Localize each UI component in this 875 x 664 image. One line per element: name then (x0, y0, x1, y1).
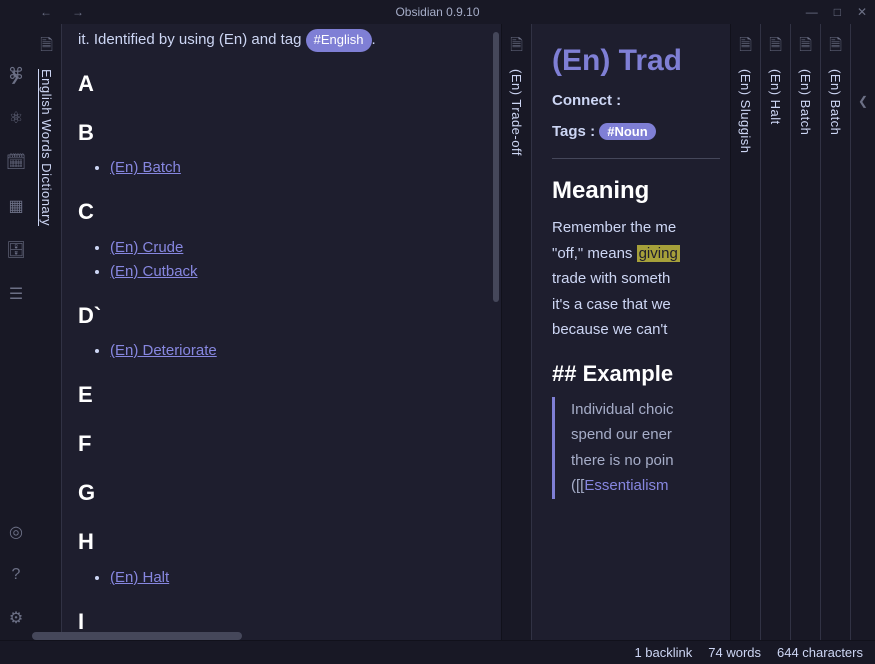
tab-stacked[interactable]: 🗎 (En) Halt (761, 24, 791, 640)
tab-stacked[interactable]: 🗎 (En) Sluggish (731, 24, 761, 640)
document-icon: 🗎 (510, 34, 523, 61)
list-item: (En) Halt (110, 566, 485, 590)
expand-right-sidebar-icon[interactable]: ❮ (858, 94, 868, 108)
word-link[interactable]: (En) Deteriorate (110, 342, 217, 359)
section-heading: E (78, 377, 485, 412)
word-link[interactable]: (En) Halt (110, 569, 169, 586)
tab-label: English Words Dictionary (39, 69, 54, 226)
section-heading: C (78, 194, 485, 229)
section-heading: G (78, 475, 485, 510)
document-icon: 🗎 (829, 34, 842, 61)
list-item: (En) Crude (110, 236, 485, 260)
another-vault-icon[interactable]: ◎ (9, 522, 23, 542)
minimize-icon[interactable]: — (806, 5, 818, 19)
meaning-heading: Meaning (552, 177, 720, 205)
section-heading: B (78, 115, 485, 150)
tab-label: (En) Sluggish (738, 69, 753, 154)
open-vault-icon[interactable]: 🗄 (6, 240, 26, 260)
nav-back-icon[interactable]: ← (40, 5, 52, 19)
tab-stacked[interactable]: 🗎 (En) Batch (791, 24, 821, 640)
divider (552, 158, 720, 159)
templates-icon[interactable]: ▦ (8, 196, 23, 216)
scrollbar[interactable] (493, 32, 499, 302)
document-icon: 🗎 (799, 34, 812, 61)
tag-noun[interactable]: #Noun (599, 123, 655, 140)
section-heading: F (78, 426, 485, 461)
section-heading: A (78, 66, 485, 101)
note-title: (En) Trad (552, 44, 720, 78)
tag-english[interactable]: #English (306, 29, 372, 52)
tab-label: (En) Halt (768, 69, 783, 125)
list-item: (En) Batch (110, 156, 485, 180)
intro-text: it. Identified by using (En) and tag #En… (78, 28, 485, 52)
link-essentialism[interactable]: Essentialism (584, 477, 668, 494)
tab-tradeoff[interactable]: 🗎 (En) Trade-off (502, 24, 532, 640)
word-link[interactable]: (En) Crude (110, 239, 183, 256)
example-heading: ## Example (552, 361, 720, 387)
tab-stacked[interactable]: 🗎 (En) Batch (821, 24, 851, 640)
meaning-body: Remember the me "off," means giving trad… (552, 215, 720, 343)
editor-pane-note: (En) Trad Connect : Tags : #Noun Meaning… (532, 24, 731, 640)
document-icon: 🗎 (40, 34, 53, 61)
section-heading: H (78, 524, 485, 559)
document-icon: 🗎 (769, 34, 782, 61)
horizontal-scrollbar[interactable] (32, 632, 242, 640)
highlighted-text: giving (637, 245, 680, 262)
daily-note-icon[interactable]: 🗓 (6, 152, 26, 172)
connect-row: Connect : (552, 92, 720, 109)
settings-icon[interactable]: ⚙ (9, 608, 23, 628)
command-palette-icon[interactable]: ☰ (9, 284, 23, 304)
maximize-icon[interactable]: □ (834, 5, 841, 19)
status-words: 74 words (708, 645, 761, 660)
list-item: (En) Deteriorate (110, 339, 485, 363)
status-chars: 644 characters (777, 645, 863, 660)
expand-sidebar-icon[interactable]: ❯ (10, 70, 20, 84)
list-item: (En) Cutback (110, 260, 485, 284)
tab-label: (En) Batch (828, 69, 843, 135)
document-icon: 🗎 (739, 34, 752, 61)
word-link[interactable]: (En) Cutback (110, 263, 198, 280)
graph-view-icon[interactable]: ⚛ (9, 108, 23, 128)
app-title: Obsidian 0.9.10 (395, 5, 479, 19)
tags-row: Tags : #Noun (552, 123, 720, 140)
help-icon[interactable]: ? (12, 566, 21, 584)
left-ribbon: ❯ ⌘ ⚛ 🗓 ▦ 🗄 ☰ ◎ ? ⚙ (0, 24, 32, 640)
section-heading: D` (78, 298, 485, 333)
editor-pane-dictionary: it. Identified by using (En) and tag #En… (62, 24, 502, 640)
titlebar: ← → Obsidian 0.9.10 — □ ✕ (0, 0, 875, 24)
word-link[interactable]: (En) Batch (110, 159, 181, 176)
status-backlinks[interactable]: 1 backlink (634, 645, 692, 660)
example-quote: Individual choic spend our ener there is… (552, 397, 720, 499)
tab-dictionary[interactable]: 🗎 English Words Dictionary (32, 24, 62, 640)
tab-label: (En) Trade-off (509, 69, 524, 156)
nav-forward-icon[interactable]: → (72, 5, 84, 19)
tab-label: (En) Batch (798, 69, 813, 135)
close-icon[interactable]: ✕ (857, 5, 867, 19)
statusbar: 1 backlink 74 words 644 characters (0, 640, 875, 664)
